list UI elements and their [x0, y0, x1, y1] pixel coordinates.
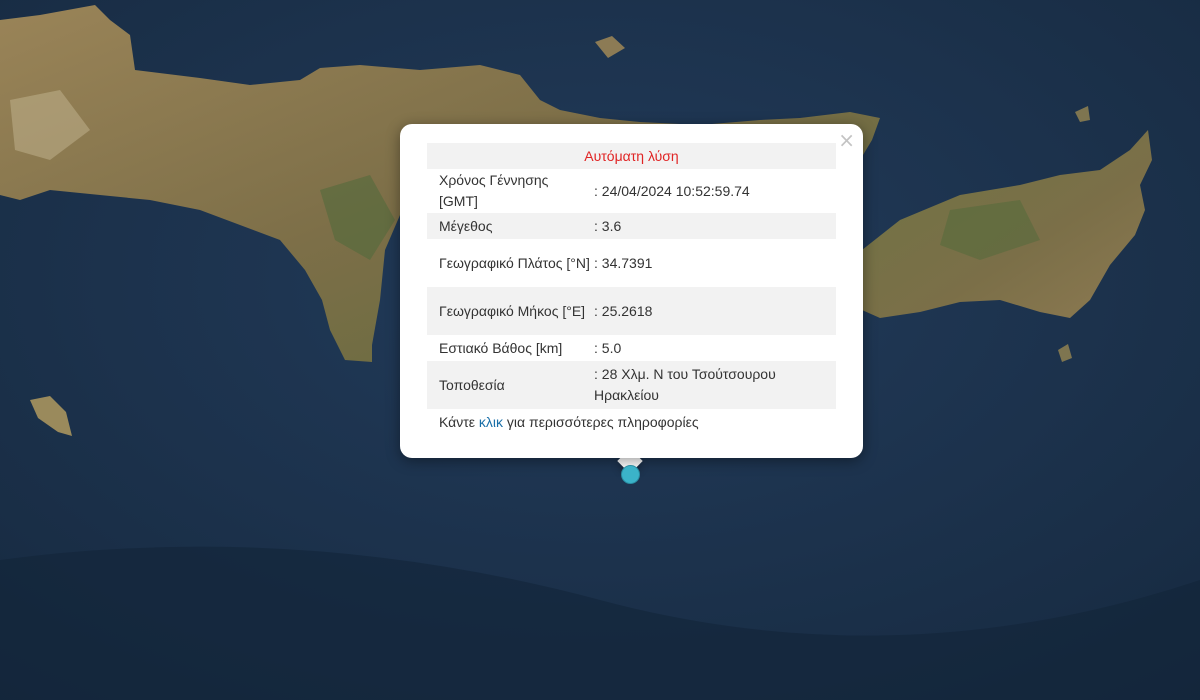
earthquake-info-popup: × Αυτόματη λύση Χρόνος Γέννησης [GMT] : …: [400, 124, 863, 458]
table-row: Γεωγραφικό Πλάτος [°N] : 34.7391: [427, 239, 836, 287]
longitude-label: Γεωγραφικό Μήκος [°E]: [427, 287, 591, 335]
origin-time-label: Χρόνος Γέννησης [GMT]: [439, 172, 549, 209]
latitude-label: Γεωγραφικό Πλάτος [°N]: [439, 254, 590, 271]
table-row: Εστιακό Βάθος [km] : 5.0: [427, 335, 836, 361]
location-value: : 28 Χλμ. Ν του Τσούτσουρου Ηρακλείου: [591, 361, 836, 409]
origin-time-value: : 24/04/2024 10:52:59.74: [594, 182, 750, 199]
depth-label: Εστιακό Βάθος [km]: [439, 339, 563, 356]
more-info-row: Κάντε κλικ για περισσότερες πληροφορίες: [427, 409, 836, 435]
table-row: Μέγεθος : 3.6: [427, 213, 836, 239]
table-row: Χρόνος Γέννησης [GMT] : 24/04/2024 10:52…: [427, 169, 836, 213]
table-row: Τοποθεσία : 28 Χλμ. Ν του Τσούτσουρου Ηρ…: [427, 361, 836, 409]
earthquake-marker[interactable]: [621, 465, 640, 484]
table-row: Γεωγραφικό Μήκος [°E] : 25.2618: [427, 287, 836, 335]
magnitude-value: : 3.6: [591, 213, 836, 239]
more-info-prefix: Κάντε: [439, 413, 479, 430]
close-icon[interactable]: ×: [838, 128, 855, 152]
location-label: Τοποθεσία: [427, 361, 591, 409]
more-info-link[interactable]: κλικ: [479, 414, 503, 430]
more-info-text: Κάντε κλικ για περισσότερες πληροφορίες: [427, 409, 836, 435]
status-row: Αυτόματη λύση: [427, 143, 836, 169]
more-info-suffix: για περισσότερες πληροφορίες: [503, 413, 699, 430]
magnitude-label: Μέγεθος: [427, 213, 591, 239]
longitude-value: : 25.2618: [591, 287, 836, 335]
solution-status: Αυτόματη λύση: [427, 143, 836, 169]
latitude-value: : 34.7391: [594, 254, 653, 271]
depth-value: : 5.0: [594, 339, 622, 356]
earthquake-details-table: Αυτόματη λύση Χρόνος Γέννησης [GMT] : 24…: [427, 143, 836, 435]
